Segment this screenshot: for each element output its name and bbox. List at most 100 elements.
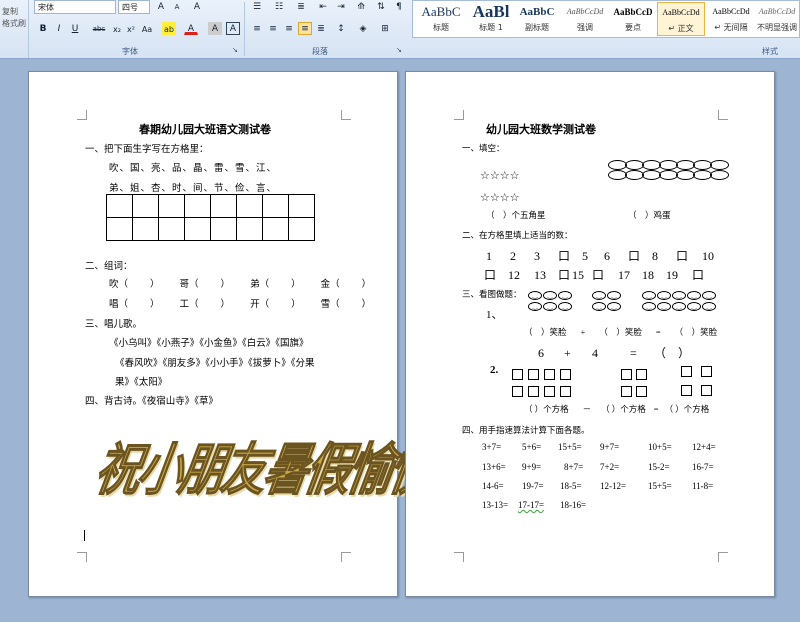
margin-corner xyxy=(341,552,351,562)
margin-corner xyxy=(454,552,464,562)
style-heading-1[interactable]: AaBl 标题 1 xyxy=(467,2,515,36)
show-marks-icon[interactable]: ¶ xyxy=(392,0,406,13)
q3-part-2-label: 2. xyxy=(490,364,499,376)
number-cell: 6 xyxy=(604,249,610,263)
change-case-button[interactable]: Aa xyxy=(140,22,154,35)
style-sample: AaBbC xyxy=(421,4,461,19)
operator: － xyxy=(582,404,592,414)
number-cell: 13 xyxy=(534,268,546,282)
answer-slot: （ ）个方格 xyxy=(664,404,710,414)
superscript-button[interactable]: x² xyxy=(124,22,138,35)
highlight-button[interactable]: ab xyxy=(162,22,176,35)
writing-grid xyxy=(106,194,315,241)
equation-term: （ ） xyxy=(654,346,691,360)
font-color-button[interactable]: A xyxy=(184,22,198,35)
q2-cell: 弟（ xyxy=(250,280,270,290)
style-strong[interactable]: AaBbCcD 要点 xyxy=(609,2,657,36)
style-subtitle[interactable]: AaBbC 副标题 xyxy=(513,2,561,36)
q2-cell: ） xyxy=(220,280,231,290)
style-emphasis[interactable]: AaBbCcDd 强调 xyxy=(561,2,609,36)
number-cell: 10 xyxy=(702,249,714,263)
distributed-icon[interactable]: ≣ xyxy=(314,22,328,35)
multilevel-list-icon[interactable]: ≣ xyxy=(294,0,308,13)
margin-corner xyxy=(77,110,87,120)
stars-row-2: ☆☆☆☆ xyxy=(480,191,520,204)
font-size-combo[interactable]: 四号 xyxy=(118,0,150,14)
q3-2-answer: （ ）个方格 － （ ）个方格 = （ ）个方格 xyxy=(524,403,709,415)
font-name-combo[interactable]: 宋体 xyxy=(34,0,116,14)
style-name: 副标题 xyxy=(525,23,549,32)
q2-row-2: 口 12 13 口 15 口 17 18 19 口 xyxy=(484,266,714,283)
increase-indent-icon[interactable]: ⇥ xyxy=(334,0,348,13)
style-subtle-emphasis[interactable]: AaBbCcDd 不明显强调 xyxy=(755,2,799,36)
number-cell: 12 xyxy=(508,268,520,282)
q2-row-1: 吹（ ） 哥（ ） 弟（ ） 金（ ） xyxy=(109,276,371,290)
sort-icon[interactable]: ⇅ xyxy=(374,0,388,13)
subscript-button[interactable]: x₂ xyxy=(110,22,124,35)
justify-icon[interactable]: ≡ xyxy=(298,22,312,35)
chinese-layout-icon[interactable]: ⟰ xyxy=(354,0,368,13)
right-page[interactable]: 幼儿园大班数学测试卷 一、填空： ☆☆☆☆ ☆☆☆☆ （ ）个五角星 （ ）鸡蛋… xyxy=(405,71,775,597)
underline-button[interactable]: U xyxy=(68,22,82,35)
align-left-icon[interactable]: ≡ xyxy=(250,22,264,35)
q2-cell: 雪（ xyxy=(320,300,340,310)
number-cell: 口 xyxy=(692,268,705,282)
q1-line-1: 吹、国、亮、品、晶、雷、雪、江、 xyxy=(109,164,278,174)
line-spacing-icon[interactable]: ↕ xyxy=(334,22,348,35)
decrease-indent-icon[interactable]: ⇤ xyxy=(316,0,330,13)
operator: = xyxy=(653,404,659,414)
q2-row-2: 唱（ ） 工（ ） 开（ ） 雪（ ） xyxy=(109,296,371,310)
paragraph-dialog-launcher-icon[interactable]: ↘ xyxy=(396,46,402,54)
number-cell: 口 xyxy=(628,249,641,263)
page-title: 春期幼儿园大班语文测试卷 xyxy=(139,124,271,136)
calc-item: 15+5= xyxy=(648,481,672,491)
equation-term: + xyxy=(564,346,571,360)
question-1: 一、填空： xyxy=(462,143,505,153)
operator: = xyxy=(655,327,661,337)
grow-font-button[interactable]: A xyxy=(154,0,168,13)
char-shading-button[interactable]: A xyxy=(208,22,222,35)
align-center-icon[interactable]: ≡ xyxy=(266,22,280,35)
q2-cell: ） xyxy=(150,300,160,310)
q3-line-3: 果》《太阳》 xyxy=(115,378,168,388)
q1-answer-eggs: （ ）鸡蛋 xyxy=(628,210,671,220)
calc-row: 3+7= 5+6= 15+5= 9+7= 10+5= 12+4= xyxy=(482,442,716,452)
page-title: 幼儿园大班数学测试卷 xyxy=(486,124,596,136)
enclose-char-button[interactable]: A xyxy=(226,22,240,35)
left-page[interactable]: 春期幼儿园大班语文测试卷 一、把下面生字写在方格里： 吹、国、亮、品、晶、雷、雪… xyxy=(28,71,480,597)
style-sample: AaBbCcDd xyxy=(712,7,750,16)
style-no-spacing[interactable]: AaBbCcDd ↵ 无间隔 xyxy=(707,2,755,36)
shrink-font-button[interactable]: A xyxy=(170,0,184,13)
align-right-icon[interactable]: ≡ xyxy=(282,22,296,35)
strikethrough-button[interactable]: abc xyxy=(90,22,108,35)
style-title[interactable]: AaBbC 标题 xyxy=(417,2,465,36)
margin-corner xyxy=(718,110,728,120)
question-4: 四、用手指速算法计算下面各题。 xyxy=(462,425,590,435)
style-sample: AaBl xyxy=(472,2,510,21)
calc-item: 9+7= xyxy=(600,442,620,452)
numbering-icon[interactable]: ☷ xyxy=(272,0,286,13)
number-cell: 5 xyxy=(582,249,588,263)
paragraph-group-label: 段落 xyxy=(312,47,328,56)
style-name: ↵ 正文 xyxy=(668,24,694,33)
calc-item: 11-8= xyxy=(692,481,714,491)
styles-group-label: 样式 xyxy=(762,47,778,56)
italic-button[interactable]: I xyxy=(52,22,66,35)
calc-row: 14-6= 19-7= 18-5= 12-12= 15+5= 11-8= xyxy=(482,481,713,491)
calc-item: 16-7= xyxy=(692,462,714,472)
style-normal[interactable]: AaBbCcDd ↵ 正文 xyxy=(657,2,705,36)
calc-item: 3+7= xyxy=(482,442,502,452)
calc-item: 13+6= xyxy=(482,462,506,472)
group-divider xyxy=(244,2,245,56)
q3-line-2: 《春风吹》《朋友多》《小小手》《拔萝卜》《分果 xyxy=(115,359,315,369)
style-sample: AaBbCcDd xyxy=(566,7,604,16)
font-dialog-launcher-icon[interactable]: ↘ xyxy=(232,46,238,54)
borders-icon[interactable]: ⊞ xyxy=(378,22,392,35)
q2-cell: ） xyxy=(220,300,231,310)
copy-button[interactable]: 复制 xyxy=(0,6,28,18)
clear-format-button[interactable]: A xyxy=(190,0,204,13)
shading-icon[interactable]: ◈ xyxy=(356,22,370,35)
format-painter-button[interactable]: 格式刷 xyxy=(0,18,28,30)
bullets-icon[interactable]: ☰ xyxy=(250,0,264,13)
bold-button[interactable]: B xyxy=(36,22,50,35)
